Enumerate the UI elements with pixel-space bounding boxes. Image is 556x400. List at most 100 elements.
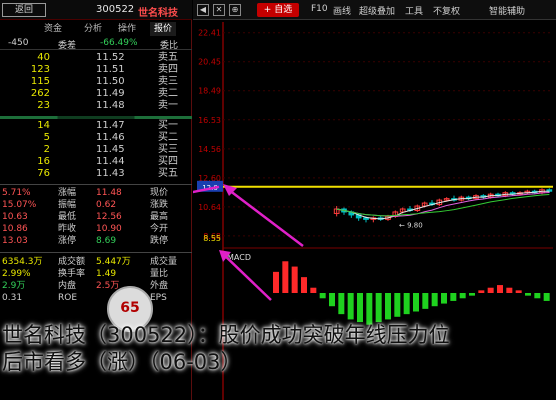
stat-label: 成交额 [58,257,86,267]
sell-label: 卖五 [158,52,178,63]
macd-bar [357,293,363,323]
order-diff-value: -450 [8,38,29,48]
stat-value: 15.07% [2,200,37,210]
stat-value: 10.86 [2,224,28,234]
sell-row[interactable]: 40 11.52 卖五 [0,52,192,64]
sell-volume: 40 [37,52,50,63]
sell-price: 11.50 [96,76,125,87]
macd-bar [450,293,457,301]
ma-line-long [336,194,550,217]
stat-label: 昨收 [58,224,77,234]
stat-value: 2.9万 [2,281,26,291]
sell-row[interactable]: 115 11.50 卖三 [0,76,192,88]
buy-label: 买三 [158,144,178,155]
macd-bar [441,293,447,304]
macd-bar [319,293,326,299]
arrow-to-year-line [193,185,220,194]
buy-price: 11.45 [96,144,125,155]
sell-volume: 123 [30,64,50,75]
stat-row: 6354.3万 成交额 5.447万 成交量 [0,256,192,268]
stat-label: 涨停 [58,236,77,246]
macd-bar [291,266,298,293]
stat-value: 6354.3万 [2,257,43,267]
tab-quote[interactable]: 报价 [150,22,177,36]
sell-price: 11.51 [96,64,125,75]
stat-value: 10.90 [96,224,122,234]
macd-bar [347,293,354,320]
ma-line-mid [336,192,550,217]
order-ratio-row: -450 委差 -66.49% 委比 [0,38,192,51]
buy-row[interactable]: 5 11.46 买二 [0,132,192,144]
macd-bar [487,287,494,293]
stat-label: ROE [58,293,78,303]
macd-bar [497,285,503,293]
stat-label: 跌停 [150,236,169,246]
macd-bar [413,293,419,312]
order-ratio-value: -66.49% [100,38,138,48]
buy-volume: 2 [43,144,50,155]
stat-label: 振幅 [58,200,77,210]
sell-price: 11.48 [96,100,125,111]
stock-name: 世名科技 [138,8,178,19]
stat-value: 0.31 [2,293,23,303]
buy-order-book: 14 11.47 买一 5 11.46 买二 2 11.45 买三 16 11.44 买四 76… [0,120,192,180]
headline-line-2: 后市看多（涨）（06-03） [2,350,242,374]
tab-operate[interactable]: 操作 [114,22,140,36]
stat-label: 最高 [150,212,169,222]
tab-funds[interactable]: 资金 [40,22,66,36]
buy-volume: 5 [43,132,50,143]
stat-value: 5.71% [2,188,31,198]
stat-value: 5.447万 [96,257,131,267]
sell-label: 卖三 [158,76,178,87]
macd-bar [543,293,550,301]
sell-volume: 262 [30,88,50,99]
stat-row: 2.9万 内盘 2.5万 外盘 [0,280,192,292]
buy-row[interactable]: 2 11.45 买三 [0,144,192,156]
stat-value: 1.49 [96,269,117,279]
buy-row[interactable]: 76 11.43 买五 [0,168,192,180]
sell-row[interactable]: 262 11.49 卖二 [0,88,192,100]
macd-bar [515,290,522,293]
stats-divider [0,184,192,185]
sell-price: 11.52 [96,52,125,63]
macd-bar [301,277,307,293]
stat-label: 现价 [150,188,169,198]
macd-bar [329,293,335,307]
sell-order-book: 40 11.52 卖五 123 11.51 卖四 115 11.50 卖三 262 11.49… [0,52,192,112]
buy-price: 11.46 [96,132,125,143]
stat-label: 外盘 [150,281,169,291]
sell-label: 卖一 [158,100,178,111]
sell-label: 卖四 [158,64,178,75]
sell-row[interactable]: 23 11.48 卖一 [0,100,192,112]
buy-row[interactable]: 16 11.44 买四 [0,156,192,168]
macd-bar [534,293,541,299]
stat-row: 15.07% 振幅 0.62 涨跌 [0,199,192,211]
macd-bar [375,293,382,323]
stat-row: 0.31 ROE EPS [0,292,192,304]
buy-row[interactable]: 14 11.47 买一 [0,120,192,132]
sell-row[interactable]: 123 11.51 卖四 [0,64,192,76]
macd-bar [394,293,401,317]
price-tick-label: 18.49 [198,87,221,96]
buy-price: 11.47 [96,120,125,131]
stat-label: 量比 [150,269,169,279]
stat-label: EPS [150,293,167,303]
buy-label: 买四 [158,156,178,167]
tab-analysis[interactable]: 分析 [80,22,106,36]
price-tick-label: 16.53 [198,116,221,125]
macd-bar [459,293,466,299]
macd-bar [366,293,373,325]
macd-bar [506,287,513,293]
stat-label: 今开 [150,224,169,234]
order-ratio-label: 委比 [160,41,179,51]
macd-bar [525,293,531,296]
macd-bar [403,293,410,315]
stat-value: 2.99% [2,269,31,279]
quote-header: 返回 300522 世名科技 [0,0,192,20]
arrow-to-breakout [228,189,304,247]
buy-price: 11.43 [96,168,125,179]
stat-value: 0.62 [96,200,117,210]
back-button[interactable]: 返回 [2,3,46,17]
buy-label: 买二 [158,132,178,143]
app-window: 返回 300522 世名科技 报价 资金 分析 操作 -450 委差 -66.4… [0,0,556,400]
